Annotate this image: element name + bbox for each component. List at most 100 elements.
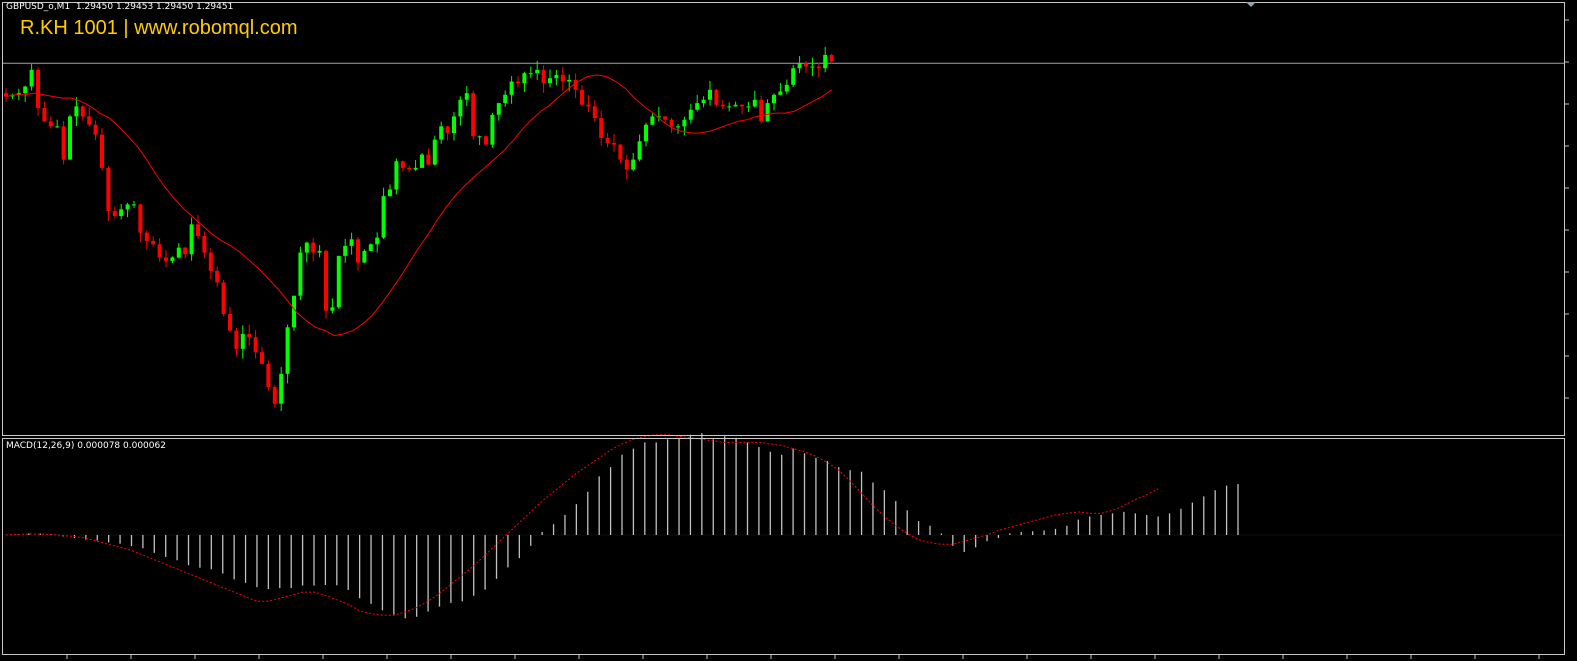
candle [29, 64, 34, 91]
candle-body [586, 104, 591, 107]
candle-body [631, 159, 636, 170]
candle [68, 114, 72, 161]
candle-body [420, 154, 424, 168]
candle [247, 324, 252, 346]
candle-body [394, 161, 399, 190]
candle [93, 120, 98, 141]
candle [317, 245, 322, 258]
candle [752, 90, 757, 108]
candle [112, 206, 117, 219]
candle [311, 238, 316, 262]
candle-body [176, 247, 181, 258]
candle [164, 249, 168, 268]
candle [375, 232, 380, 253]
candle [496, 102, 501, 121]
candle-body [548, 78, 552, 84]
candle-body [823, 54, 828, 69]
main-price-pane[interactable] [3, 46, 1564, 412]
candle-body [778, 91, 783, 95]
chart-window[interactable]: GBPUSD_o,M1 1.29450 1.29453 1.29450 1.29… [0, 0, 1577, 661]
candle-body [560, 74, 565, 82]
chart-canvas[interactable] [0, 0, 1577, 661]
candle-body [740, 104, 744, 107]
candle [221, 279, 226, 317]
candle-body [637, 141, 642, 160]
candle-body [247, 333, 252, 338]
candle-body [125, 204, 130, 210]
candle-body [202, 235, 207, 253]
candle-body [765, 103, 770, 122]
candle-body [48, 121, 53, 127]
candle [202, 231, 207, 258]
candle-body [509, 81, 514, 95]
candle-body [260, 352, 264, 364]
candle-body [157, 244, 162, 258]
candle [100, 127, 104, 171]
candle-body [688, 109, 693, 120]
candle-body [432, 139, 437, 165]
candle [87, 106, 92, 127]
candle-body [324, 250, 328, 311]
candle-body [87, 116, 92, 125]
candle [413, 159, 418, 171]
candle [791, 64, 796, 88]
candle [554, 69, 559, 86]
candle-body [541, 69, 546, 84]
candle [61, 120, 66, 165]
candle [490, 112, 495, 148]
candle [400, 160, 405, 172]
candle [784, 79, 789, 95]
candle-body [55, 126, 60, 128]
candle [560, 67, 565, 91]
candle [330, 298, 335, 314]
candle [144, 230, 149, 250]
candle-body [356, 239, 360, 263]
candle-body [151, 240, 156, 245]
candle [381, 187, 386, 240]
candle-body [772, 94, 776, 104]
candle [586, 95, 591, 112]
candle [727, 102, 732, 112]
candle-body [349, 239, 354, 246]
candle-body [208, 252, 213, 271]
chart-shift-marker[interactable] [1246, 2, 1256, 7]
candle [106, 166, 111, 221]
candle-body [170, 257, 175, 261]
candle [509, 76, 514, 104]
symbol-info-label: GBPUSD_o,M1 1.29450 1.29453 1.29450 1.29… [6, 2, 234, 12]
candle-body [253, 337, 258, 353]
candle-body [189, 224, 194, 255]
candle [189, 217, 194, 261]
candle-body [663, 116, 668, 120]
candle [484, 135, 488, 146]
candle [74, 97, 79, 127]
candle [10, 93, 15, 99]
candle-body [708, 89, 712, 100]
candle-body [490, 114, 495, 145]
candle-body [183, 247, 188, 255]
candle-body [644, 124, 648, 142]
macd-pane[interactable] [3, 433, 1564, 619]
candle [477, 135, 482, 146]
candle-body [452, 116, 456, 133]
candle-body [375, 237, 380, 245]
candle-body [522, 73, 527, 84]
candle [708, 80, 712, 106]
candle-body [407, 167, 412, 170]
candle [676, 124, 680, 134]
candle-body [368, 244, 373, 251]
candle-body [804, 63, 808, 67]
candle-body [279, 373, 284, 404]
candle-body [784, 84, 789, 92]
candle [772, 93, 776, 111]
candle-body [330, 307, 335, 311]
candle [420, 152, 424, 168]
candle [644, 122, 648, 147]
candle [471, 90, 476, 140]
candle [580, 85, 584, 106]
candle [682, 116, 687, 136]
candle-body [426, 154, 431, 165]
candle [170, 256, 175, 264]
candle-body [797, 63, 802, 69]
candle [592, 99, 597, 122]
